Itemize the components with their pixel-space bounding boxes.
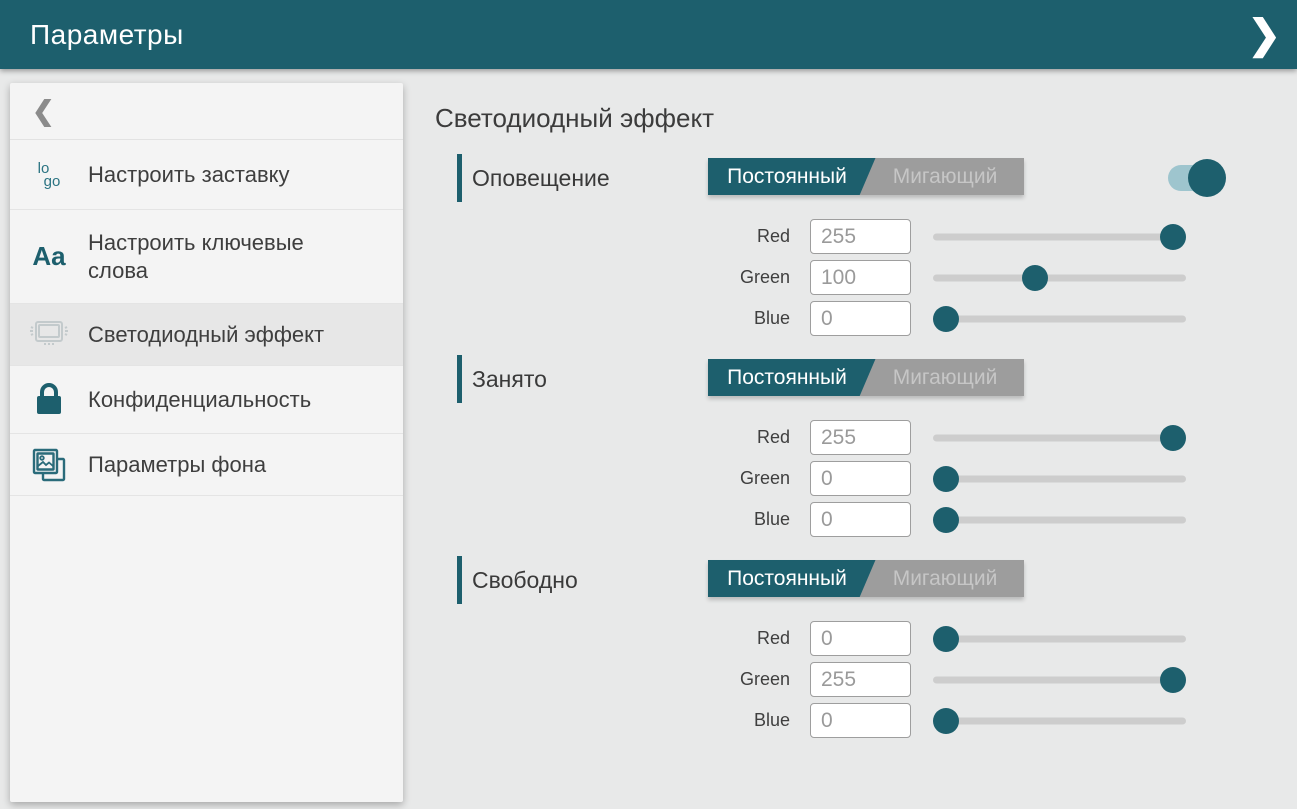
slider-thumb[interactable] bbox=[1022, 265, 1048, 291]
channel-row-blue: Blue bbox=[435, 499, 1235, 540]
sidebar-item-background[interactable]: Параметры фона bbox=[10, 434, 403, 496]
lock-icon bbox=[10, 380, 88, 420]
section-free: Свободно Постоянный Мигающий Red Green bbox=[435, 558, 1235, 741]
section-busy: Занято Постоянный Мигающий Red Green bbox=[435, 357, 1235, 540]
led-screen-icon bbox=[10, 318, 88, 352]
channel-row-blue: Blue bbox=[435, 298, 1235, 339]
channel-label: Red bbox=[435, 628, 790, 649]
sidebar-item-screensaver[interactable]: lo go Настроить заставку bbox=[10, 140, 403, 210]
sidebar-item-keywords[interactable]: Aa Настроить ключевые слова bbox=[10, 210, 403, 304]
slider-track bbox=[933, 274, 1186, 281]
section-title: Занято bbox=[472, 357, 547, 401]
segment-blinking[interactable]: Мигающий bbox=[866, 359, 1024, 396]
mode-segmented-control[interactable]: Постоянный Мигающий bbox=[708, 560, 1024, 597]
slider-thumb[interactable] bbox=[933, 306, 959, 332]
chevron-right-icon[interactable]: ❯ bbox=[1247, 15, 1281, 55]
slider-thumb[interactable] bbox=[933, 507, 959, 533]
mode-segmented-control[interactable]: Постоянный Мигающий bbox=[708, 359, 1024, 396]
green-slider[interactable] bbox=[933, 465, 1186, 493]
red-value-input[interactable] bbox=[810, 621, 911, 656]
green-slider[interactable] bbox=[933, 264, 1186, 292]
slider-thumb[interactable] bbox=[1160, 667, 1186, 693]
section-notification: Оповещение Постоянный Мигающий Red bbox=[435, 156, 1235, 339]
settings-sidebar: ❮ lo go Настроить заставку Aa Настроить … bbox=[10, 83, 403, 802]
channel-row-red: Red bbox=[435, 216, 1235, 257]
slider-track bbox=[933, 475, 1186, 482]
channel-label: Blue bbox=[435, 509, 790, 530]
blue-slider[interactable] bbox=[933, 506, 1186, 534]
slider-thumb[interactable] bbox=[933, 466, 959, 492]
section-title: Оповещение bbox=[472, 156, 610, 200]
sidebar-collapse-button[interactable]: ❮ bbox=[10, 83, 403, 140]
chevron-left-icon: ❮ bbox=[32, 96, 55, 127]
blue-value-input[interactable] bbox=[810, 703, 911, 738]
slider-track bbox=[933, 233, 1186, 240]
channel-label: Red bbox=[435, 226, 790, 247]
blue-value-input[interactable] bbox=[810, 502, 911, 537]
slider-track bbox=[933, 434, 1186, 441]
section-accent-bar bbox=[457, 154, 462, 202]
channel-label: Green bbox=[435, 267, 790, 288]
blue-value-input[interactable] bbox=[810, 301, 911, 336]
slider-thumb[interactable] bbox=[933, 626, 959, 652]
slider-thumb[interactable] bbox=[1160, 224, 1186, 250]
channel-label: Green bbox=[435, 669, 790, 690]
channel-row-blue: Blue bbox=[435, 700, 1235, 741]
slider-track bbox=[933, 516, 1186, 523]
channel-label: Green bbox=[435, 468, 790, 489]
panel-title: Светодиодный эффект bbox=[435, 103, 1235, 134]
segment-blinking[interactable]: Мигающий bbox=[866, 158, 1024, 195]
section-accent-bar bbox=[457, 556, 462, 604]
notification-toggle[interactable] bbox=[1168, 159, 1226, 197]
section-title: Свободно bbox=[472, 558, 578, 602]
green-value-input[interactable] bbox=[810, 461, 911, 496]
green-value-input[interactable] bbox=[810, 662, 911, 697]
red-slider[interactable] bbox=[933, 424, 1186, 452]
channel-row-green: Green bbox=[435, 458, 1235, 499]
slider-track bbox=[933, 635, 1186, 642]
channel-label: Red bbox=[435, 427, 790, 448]
mode-segmented-control[interactable]: Постоянный Мигающий bbox=[708, 158, 1024, 195]
red-slider[interactable] bbox=[933, 625, 1186, 653]
section-accent-bar bbox=[457, 355, 462, 403]
slider-track bbox=[933, 717, 1186, 724]
channel-label: Blue bbox=[435, 710, 790, 731]
channel-row-red: Red bbox=[435, 618, 1235, 659]
page-title: Параметры bbox=[0, 19, 184, 51]
keywords-icon: Aa bbox=[10, 241, 88, 272]
sidebar-item-label: Светодиодный эффект bbox=[88, 321, 324, 349]
logo-icon: lo go bbox=[10, 162, 88, 188]
slider-thumb[interactable] bbox=[1160, 425, 1186, 451]
segment-constant[interactable]: Постоянный bbox=[708, 158, 866, 195]
blue-slider[interactable] bbox=[933, 707, 1186, 735]
sidebar-item-label: Параметры фона bbox=[88, 451, 266, 479]
sidebar-item-label: Настроить заставку bbox=[88, 161, 290, 189]
sidebar-item-label: Настроить ключевые слова bbox=[88, 229, 333, 285]
segment-constant[interactable]: Постоянный bbox=[708, 359, 866, 396]
slider-thumb[interactable] bbox=[933, 708, 959, 734]
red-slider[interactable] bbox=[933, 223, 1186, 251]
channel-row-red: Red bbox=[435, 417, 1235, 458]
channel-row-green: Green bbox=[435, 659, 1235, 700]
segment-constant[interactable]: Постоянный bbox=[708, 560, 866, 597]
background-image-icon bbox=[10, 444, 88, 486]
channel-row-green: Green bbox=[435, 257, 1235, 298]
sidebar-item-privacy[interactable]: Конфиденциальность bbox=[10, 366, 403, 434]
app-header: Параметры ❯ bbox=[0, 0, 1297, 69]
sidebar-item-led-effect[interactable]: Светодиодный эффект bbox=[10, 304, 403, 366]
led-effect-panel: Светодиодный эффект Оповещение Постоянны… bbox=[435, 83, 1235, 759]
slider-track bbox=[933, 315, 1186, 322]
slider-track bbox=[933, 676, 1186, 683]
sidebar-item-label: Конфиденциальность bbox=[88, 386, 311, 414]
green-value-input[interactable] bbox=[810, 260, 911, 295]
segment-blinking[interactable]: Мигающий bbox=[866, 560, 1024, 597]
toggle-knob bbox=[1188, 159, 1226, 197]
blue-slider[interactable] bbox=[933, 305, 1186, 333]
green-slider[interactable] bbox=[933, 666, 1186, 694]
red-value-input[interactable] bbox=[810, 420, 911, 455]
red-value-input[interactable] bbox=[810, 219, 911, 254]
channel-label: Blue bbox=[435, 308, 790, 329]
